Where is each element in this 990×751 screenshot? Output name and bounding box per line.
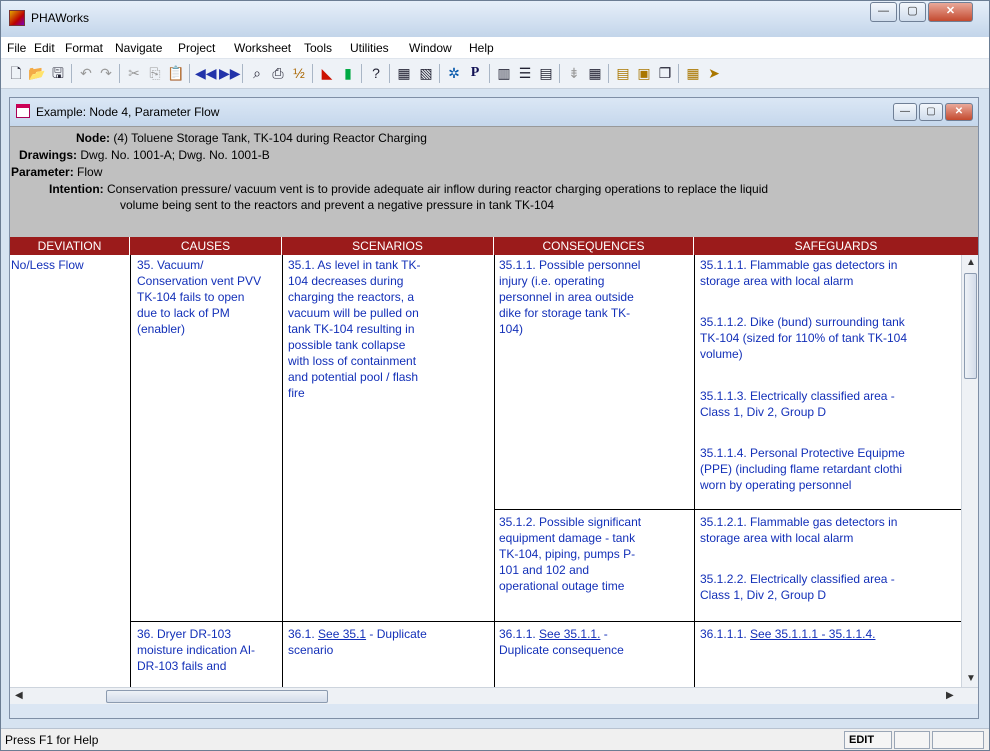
- safeguard-35-1-1-3-cell[interactable]: 35.1.1.3. Electrically classified area -…: [700, 388, 960, 420]
- col-causes[interactable]: CAUSES: [130, 237, 282, 255]
- status-help-text: Press F1 for Help: [5, 733, 99, 747]
- app-title: PHAWorks: [31, 11, 90, 25]
- worksheet-icon: [16, 104, 30, 118]
- menu-file[interactable]: File: [7, 41, 26, 55]
- col-deviation[interactable]: DEVIATION: [10, 237, 130, 255]
- insert-icon[interactable]: ⇟: [565, 64, 583, 82]
- menu-bar: File Edit Format Navigate Project Worksh…: [1, 37, 989, 59]
- col-consequences[interactable]: CONSEQUENCES: [494, 237, 694, 255]
- child-close-button[interactable]: ✕: [945, 103, 973, 121]
- pointer-icon[interactable]: ➤: [705, 64, 723, 82]
- vertical-scrollbar[interactable]: ▲ ▼: [961, 255, 978, 687]
- column-headers: DEVIATION CAUSES SCENARIOS CONSEQUENCES …: [10, 237, 978, 255]
- menu-project[interactable]: Project: [178, 41, 215, 55]
- consequence-36-1-1-cell[interactable]: 36.1.1. See 35.1.1. - Duplicate conseque…: [499, 626, 693, 658]
- drawings-row: Drawings: Dwg. No. 1001-A; Dwg. No. 1001…: [19, 148, 270, 162]
- toolbar: 🗋 📂 🖫 ↶ ↷ ✂ ⎘ 📋 ◀◀ ▶▶ ⌕ ⎙ ½ ◣ ▮ ? ▦ ▧ ✲ …: [1, 59, 989, 89]
- copy-sheet-icon[interactable]: ❐: [656, 64, 674, 82]
- safeguard-35-1-1-4-cell[interactable]: 35.1.1.4. Personal Protective Equipme (P…: [700, 445, 960, 493]
- node-icon[interactable]: ✲: [445, 64, 463, 82]
- col-safeguards[interactable]: SAFEGUARDS: [694, 237, 978, 255]
- spell-icon[interactable]: ½: [290, 64, 308, 82]
- minimize-button[interactable]: —: [870, 2, 897, 22]
- menu-edit[interactable]: Edit: [34, 41, 55, 55]
- first-icon[interactable]: ◀◀: [195, 64, 217, 82]
- horizontal-scroll-thumb[interactable]: [106, 690, 328, 703]
- columns-icon[interactable]: ▥: [495, 64, 513, 82]
- node-row: Node: (4) Toluene Storage Tank, TK-104 d…: [76, 131, 427, 145]
- scroll-down-arrow-icon[interactable]: ▼: [966, 673, 976, 684]
- menu-help[interactable]: Help: [469, 41, 494, 55]
- redo-icon[interactable]: ↷: [97, 64, 115, 82]
- scroll-up-arrow-icon[interactable]: ▲: [966, 257, 976, 268]
- status-bar: Press F1 for Help EDIT: [1, 728, 989, 750]
- notes-icon[interactable]: ▦: [684, 64, 702, 82]
- child-maximize-button[interactable]: ▢: [919, 103, 943, 121]
- parameter-icon[interactable]: P: [466, 64, 484, 82]
- safeguard-35-1-2-1-cell[interactable]: 35.1.2.1. Flammable gas detectors in sto…: [700, 514, 960, 546]
- maximize-button[interactable]: ▢: [899, 2, 926, 22]
- node-header: Node: (4) Toluene Storage Tank, TK-104 d…: [10, 126, 978, 237]
- table-icon[interactable]: ▦: [586, 64, 604, 82]
- paste-icon[interactable]: 📋: [167, 64, 185, 82]
- close-button[interactable]: ✕: [928, 2, 973, 22]
- status-panel-3: [932, 731, 984, 749]
- chart-icon[interactable]: ◣: [318, 64, 336, 82]
- deviation-cell[interactable]: No/Less Flow: [11, 257, 129, 273]
- col-scenarios[interactable]: SCENARIOS: [282, 237, 494, 255]
- menu-navigate[interactable]: Navigate: [115, 41, 162, 55]
- print-icon[interactable]: ⎙: [269, 64, 287, 82]
- child-minimize-button[interactable]: —: [893, 103, 917, 121]
- scenario-36-1-cell[interactable]: 36.1. See 35.1 - Duplicate scenario: [288, 626, 492, 658]
- last-icon[interactable]: ▶▶: [219, 64, 241, 82]
- menu-format[interactable]: Format: [65, 41, 103, 55]
- scenario-35-1-cell[interactable]: 35.1. As level in tank TK- 104 decreases…: [288, 257, 492, 401]
- intention-row-2: volume being sent to the reactors and pr…: [120, 198, 555, 212]
- menu-window[interactable]: Window: [409, 41, 452, 55]
- app-window: PHAWorks — ▢ ✕ File Edit Format Navigate…: [0, 0, 990, 751]
- worksheet-window: Example: Node 4, Parameter Flow — ▢ ✕ No…: [9, 97, 979, 719]
- consequence-35-1-2-cell[interactable]: 35.1.2. Possible significant equipment d…: [499, 514, 693, 594]
- worksheet-title-bar: Example: Node 4, Parameter Flow — ▢ ✕: [10, 98, 978, 126]
- copy-icon[interactable]: ⎘: [146, 64, 164, 82]
- safeguard-35-1-1-1-cell[interactable]: 35.1.1.1. Flammable gas detectors in sto…: [700, 257, 960, 289]
- worksheet-grid[interactable]: No/Less Flow 35. Vacuum/ Conservation ve…: [10, 255, 961, 687]
- grid-icon[interactable]: ▦: [395, 64, 413, 82]
- scroll-left-arrow-icon[interactable]: ◀: [15, 690, 23, 701]
- rows-icon[interactable]: ☰: [516, 64, 534, 82]
- grid-right-icon[interactable]: ▧: [417, 64, 435, 82]
- parameter-row: Parameter: Flow: [11, 165, 103, 179]
- intention-row: Intention: Conservation pressure/ vacuum…: [49, 182, 769, 196]
- consequence-35-1-1-cell[interactable]: 35.1.1. Possible personnel injury (i.e. …: [499, 257, 693, 337]
- export-icon[interactable]: ▣: [635, 64, 653, 82]
- worksheet-icon[interactable]: ▤: [537, 64, 555, 82]
- status-mode: EDIT: [844, 731, 892, 749]
- open-icon[interactable]: 📂: [28, 64, 46, 82]
- menu-utilities[interactable]: Utilities: [350, 41, 389, 55]
- worksheet-title: Example: Node 4, Parameter Flow: [36, 105, 220, 119]
- find-icon[interactable]: ⌕: [248, 64, 266, 82]
- report-icon[interactable]: ▤: [614, 64, 632, 82]
- status-panel-2: [894, 731, 930, 749]
- vertical-scroll-thumb[interactable]: [964, 273, 977, 379]
- cause-35-cell[interactable]: 35. Vacuum/ Conservation vent PVV TK-104…: [137, 257, 280, 337]
- title-bar: PHAWorks — ▢ ✕: [1, 1, 989, 37]
- cause-36-cell[interactable]: 36. Dryer DR-103 moisture indication AI-…: [137, 626, 280, 684]
- safeguard-36-1-1-1-cell[interactable]: 36.1.1.1. See 35.1.1.1 - 35.1.1.4.: [700, 626, 960, 642]
- bars-icon[interactable]: ▮: [339, 64, 357, 82]
- menu-tools[interactable]: Tools: [304, 41, 332, 55]
- phaworks-logo-icon: [9, 10, 25, 26]
- horizontal-scrollbar[interactable]: ◀ ▶: [10, 687, 978, 704]
- cut-icon[interactable]: ✂: [125, 64, 143, 82]
- undo-icon[interactable]: ↶: [77, 64, 95, 82]
- save-icon[interactable]: 🖫: [49, 64, 67, 82]
- menu-worksheet[interactable]: Worksheet: [234, 41, 291, 55]
- safeguard-35-1-1-2-cell[interactable]: 35.1.1.2. Dike (bund) surrounding tank T…: [700, 314, 960, 362]
- new-icon[interactable]: 🗋: [7, 64, 25, 82]
- scroll-right-arrow-icon[interactable]: ▶: [946, 690, 954, 701]
- safeguard-35-1-2-2-cell[interactable]: 35.1.2.2. Electrically classified area -…: [700, 571, 960, 603]
- help-icon[interactable]: ?: [367, 64, 385, 82]
